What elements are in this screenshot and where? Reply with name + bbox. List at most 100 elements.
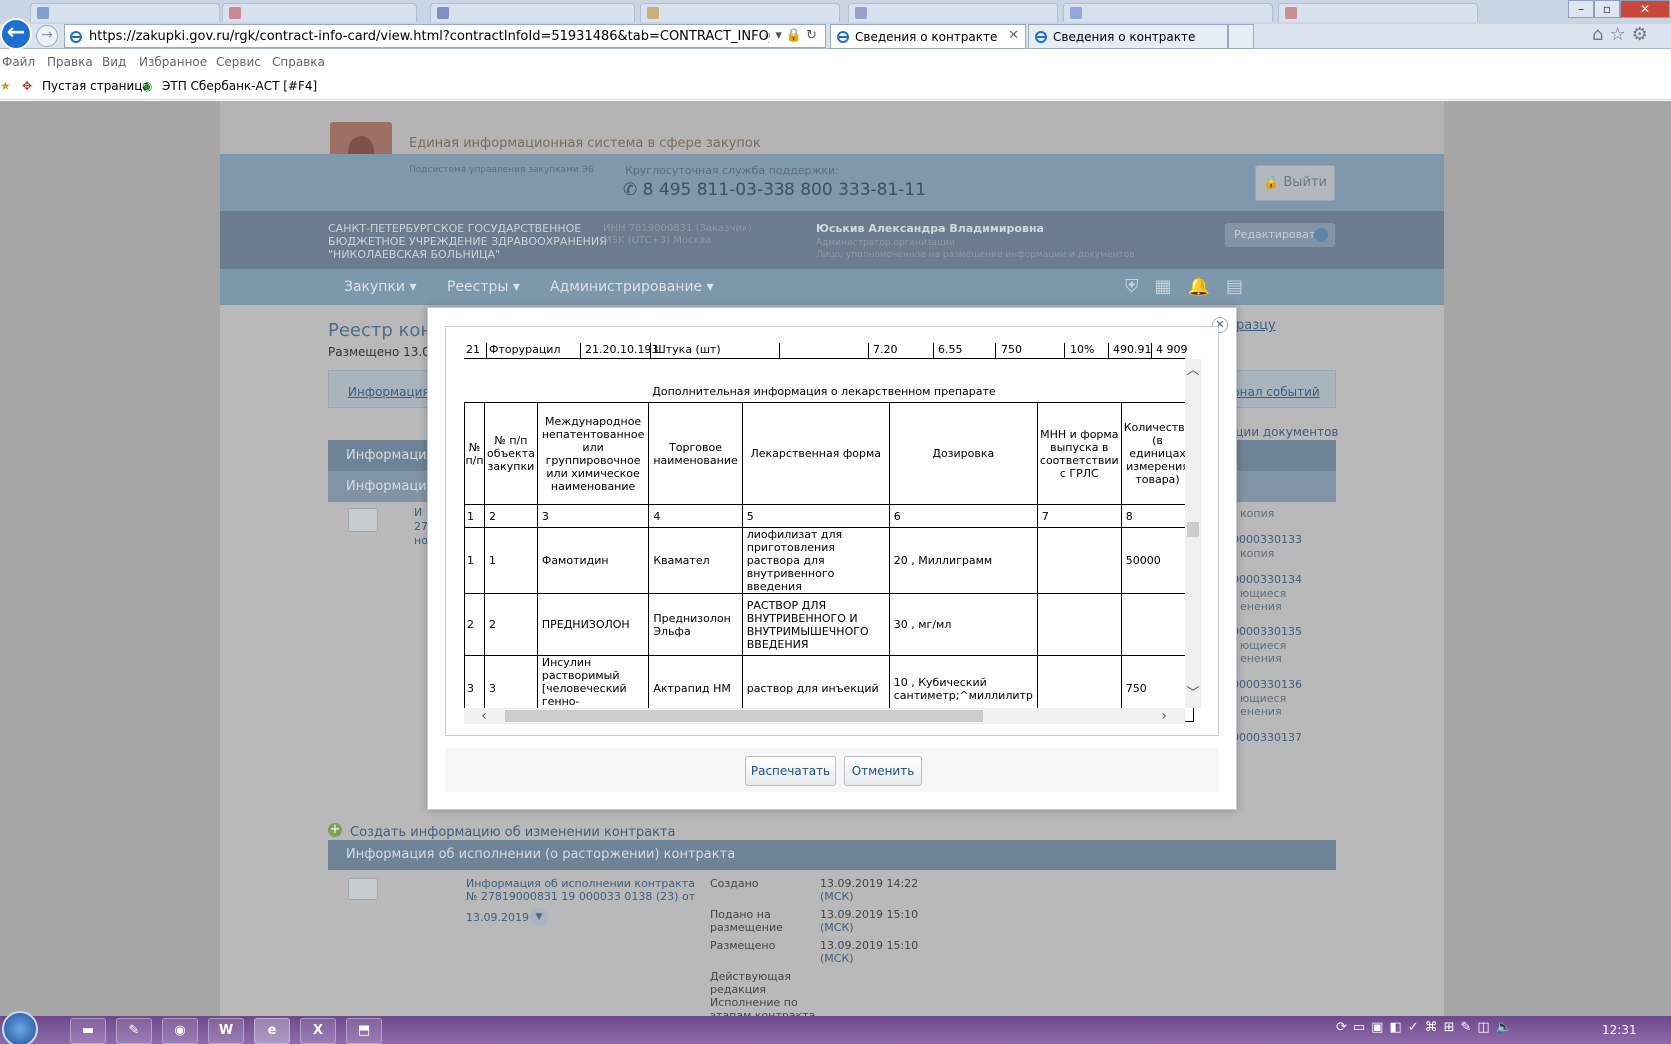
settings-gear-icon[interactable]: ⚙ xyxy=(1632,24,1654,45)
tab-second[interactable]: Сведения о контракте xyxy=(1028,24,1228,49)
cell: 6.55 xyxy=(938,343,963,356)
browser-tab-bg[interactable] xyxy=(30,3,220,22)
doc-status: ющиеся енения xyxy=(1240,692,1287,718)
nav-purchases[interactable]: Закупки ▾ xyxy=(344,279,417,295)
menu-view[interactable]: Вид xyxy=(102,55,126,69)
chevron-down-icon[interactable]: ▼ xyxy=(530,908,548,926)
scroll-up-icon[interactable]: ︿ xyxy=(1185,359,1201,378)
doc-link-fragment[interactable]: И xyxy=(414,506,422,519)
minimize-button[interactable]: – xyxy=(1568,0,1594,18)
close-window-button[interactable]: ✕ xyxy=(1620,0,1670,18)
doc-link-fragment[interactable]: 27 xyxy=(414,520,428,533)
cell: 490.91 xyxy=(1113,343,1152,356)
table-row: 1 1 Фамотидин Квамател лиофилизат для пр… xyxy=(464,527,1195,594)
link-documents[interactable]: кции документов xyxy=(1228,425,1339,439)
scroll-down-icon[interactable]: ﹀ xyxy=(1185,682,1201,701)
menu-edit[interactable]: Правка xyxy=(47,55,93,69)
grid-line xyxy=(933,343,934,359)
emblem-icon: ✥ xyxy=(22,79,33,93)
taskbar-ie-icon[interactable]: e xyxy=(254,1018,290,1044)
taskbar-explorer-icon[interactable]: ▬ xyxy=(70,1018,106,1044)
bell-icon[interactable]: 🔔 xyxy=(1188,276,1226,297)
inn-line: ИНН 7819000831 (Заказчик) xyxy=(603,223,752,234)
taskbar-chrome-icon[interactable]: ◉ xyxy=(162,1018,198,1044)
favorites-star-icon[interactable]: ★ xyxy=(0,79,11,93)
browser-tab-bg[interactable] xyxy=(222,3,417,22)
home-icon[interactable]: ⌂ xyxy=(1592,24,1609,45)
doc-number[interactable]: 0000330135 xyxy=(1232,625,1302,638)
scroll-right-icon[interactable]: › xyxy=(1156,708,1172,724)
nav-icons: ⛨▦🔔▤ xyxy=(1125,276,1315,300)
book-icon[interactable]: ▤ xyxy=(1226,276,1259,297)
toolbar-icons[interactable]: ⌂☆⚙ xyxy=(1592,24,1670,49)
doc-number[interactable]: 0000330133 xyxy=(1232,533,1302,546)
subsystem-label: Подсистема управления закупками ЭБ xyxy=(409,165,595,175)
support-phone-2: 8 800 333-81-11 xyxy=(784,180,927,200)
cell: 50000 xyxy=(1120,527,1195,594)
maximize-button[interactable]: ▫ xyxy=(1594,0,1620,18)
favorite-sberbank-ast[interactable]: ЭТП Сбербанк-АСТ [#F4] xyxy=(162,79,317,93)
edit-profile-button[interactable]: Редактировать xyxy=(1225,223,1335,247)
header-cell: Количество (в единицах измерения товара) xyxy=(1120,402,1195,505)
tab-title: Сведения о контракте xyxy=(1053,30,1196,44)
doc-number[interactable]: 0000330136 xyxy=(1232,678,1302,691)
execution-info-link[interactable]: Информация об исполнении контракта № 2781… xyxy=(466,877,695,903)
new-tab-button[interactable] xyxy=(1228,24,1254,49)
taskbar-clock[interactable]: 12:31 xyxy=(1602,1023,1637,1037)
doc-number[interactable]: 0000330134 xyxy=(1232,573,1302,586)
doc-number[interactable]: 0000330137 xyxy=(1232,731,1302,744)
address-bar[interactable]: https://zakupki.gov.ru/rgk/contract-info… xyxy=(64,24,826,48)
grid-line xyxy=(580,343,581,359)
browser-tab-bg[interactable] xyxy=(848,3,1058,22)
menu-bar: Файл Правка Вид Избранное Сервис Справка xyxy=(0,50,1671,74)
menu-file[interactable]: Файл xyxy=(2,55,35,69)
browser-tab-bg[interactable] xyxy=(1063,3,1273,22)
execution-date[interactable]: 13.09.2019 xyxy=(466,911,529,924)
header-cell: Международное непатентованное или группи… xyxy=(536,402,650,505)
vertical-scroll-thumb[interactable] xyxy=(1187,522,1199,537)
doc-link-fragment[interactable]: но xyxy=(414,534,428,547)
plus-icon[interactable]: + xyxy=(328,823,342,837)
grid-line xyxy=(868,343,869,359)
nav-administration[interactable]: Администрирование ▾ xyxy=(550,279,714,295)
menu-favorites[interactable]: Избранное xyxy=(139,55,207,69)
taskbar-word-icon[interactable]: W xyxy=(208,1018,244,1044)
header-cell: Дозировка xyxy=(888,402,1038,505)
scroll-left-icon[interactable]: ‹ xyxy=(476,708,492,724)
browser-tab-bg[interactable] xyxy=(1278,3,1478,22)
back-button[interactable]: ← xyxy=(0,18,32,50)
close-tab-icon[interactable]: ✕ xyxy=(1008,28,1019,43)
chevron-down-icon xyxy=(1314,228,1328,242)
start-button[interactable] xyxy=(2,1011,38,1044)
detail-label: Подано на размещение xyxy=(710,908,783,934)
forward-button[interactable]: → xyxy=(36,25,58,47)
detail-value: 13.09.2019 14:22 (МСК) xyxy=(820,877,919,903)
print-button[interactable]: Распечатать xyxy=(745,756,836,786)
cancel-button[interactable]: Отменить xyxy=(844,756,922,786)
calendar-icon[interactable]: ▦ xyxy=(1155,276,1188,297)
system-tray[interactable]: ⟳▭▣◧✓⌘⊞✎◫🔈 xyxy=(1336,1020,1518,1035)
favorite-blank-page[interactable]: Пустая страница xyxy=(42,79,150,93)
link-event-journal[interactable]: рнал событий xyxy=(1232,385,1320,399)
cell: Преднизолон Эльфа xyxy=(648,593,743,656)
browser-tab-bg[interactable] xyxy=(430,3,635,22)
document-icon[interactable] xyxy=(348,878,378,900)
header-cell: № п/п объекта закупки xyxy=(484,402,538,505)
tab-active[interactable]: Сведения о контракте ✕ xyxy=(830,24,1026,49)
favorites-star-icon[interactable]: ☆ xyxy=(1609,24,1631,45)
address-bar-icons[interactable]: ⌕▾🔒↻ xyxy=(764,28,821,43)
grid-line xyxy=(1108,343,1109,359)
taskbar-paint-icon[interactable]: ✎ xyxy=(116,1018,152,1044)
logout-button[interactable]: 🔒 Выйти xyxy=(1255,165,1335,201)
shield-icon[interactable]: ⛨ xyxy=(1125,276,1155,297)
url-text[interactable]: https://zakupki.gov.ru/rgk/contract-info… xyxy=(89,29,769,44)
taskbar-excel-icon[interactable]: X xyxy=(300,1018,336,1044)
menu-tools[interactable]: Сервис xyxy=(216,55,261,69)
taskbar-pdf-icon[interactable]: ⬒ xyxy=(346,1018,382,1044)
menu-help[interactable]: Справка xyxy=(272,55,325,69)
document-icon[interactable] xyxy=(348,508,378,532)
nav-registries[interactable]: Реестры ▾ xyxy=(447,279,520,295)
browser-tab-bg[interactable] xyxy=(640,3,840,22)
horizontal-scroll-thumb[interactable] xyxy=(505,710,983,722)
create-change-link[interactable]: Создать информацию об изменении контракт… xyxy=(350,825,675,840)
